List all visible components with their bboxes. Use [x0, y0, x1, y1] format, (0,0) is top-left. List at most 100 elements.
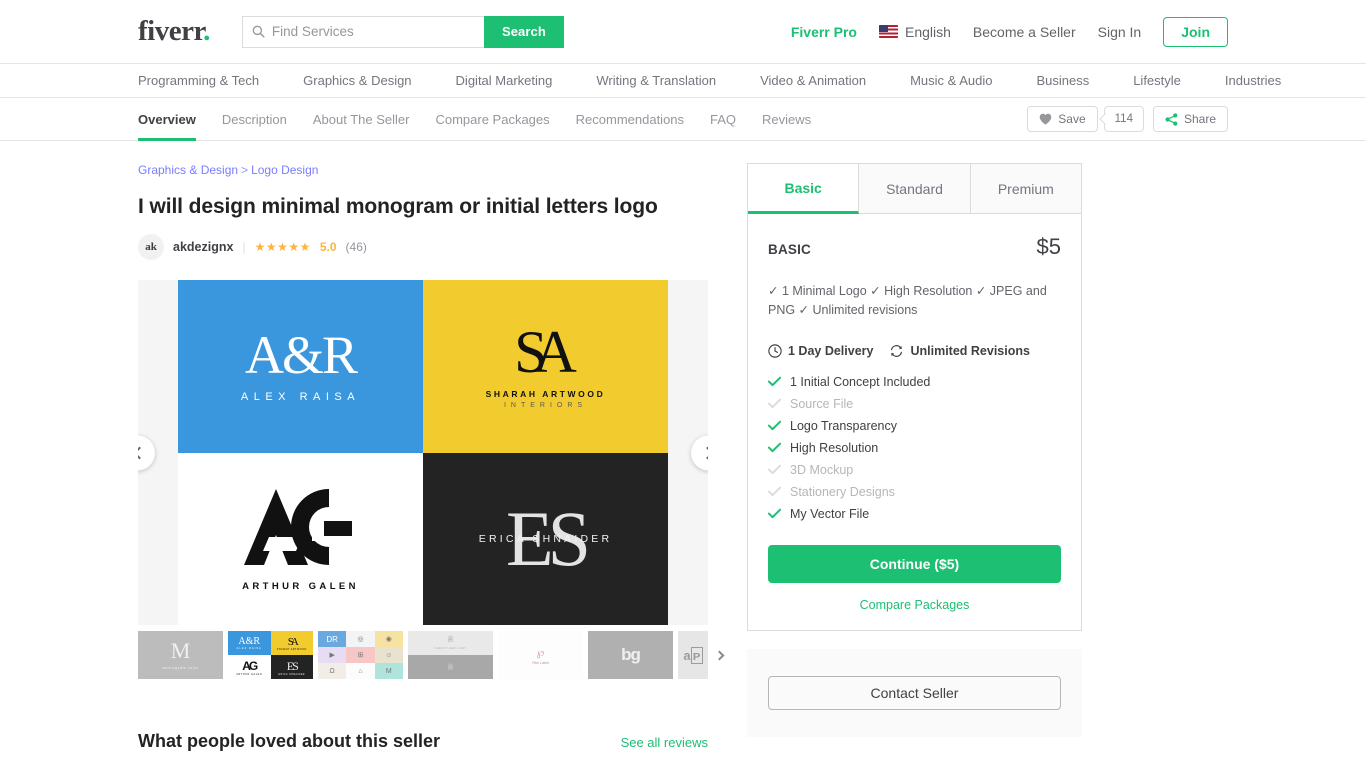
language-selector[interactable]: English [878, 23, 951, 40]
chevron-left-icon [138, 446, 146, 460]
search-button[interactable]: Search [483, 15, 564, 48]
seller-info-row: ak akdezignx | ★★★★★ 5.0 (46) [138, 234, 711, 261]
category-nav-item-5[interactable]: Music & Audio [910, 73, 992, 88]
gallery-quadrant-ag: ARTHUR GALEN [178, 452, 423, 626]
thumbnail-5[interactable]: bg [588, 631, 673, 680]
gig-tab-nav: Overview Description About The Seller Co… [0, 98, 1366, 141]
gig-tabs: Overview Description About The Seller Co… [138, 98, 811, 141]
package-tabs: Basic Standard Premium [748, 164, 1081, 214]
breadcrumb: Graphics & Design > Logo Design [138, 163, 711, 177]
logo-sub-sa: SHARAH ARTWOOD [485, 388, 606, 399]
breadcrumb-child[interactable]: Logo Design [251, 163, 318, 177]
check-icon [768, 508, 781, 519]
tab-overview[interactable]: Overview [138, 98, 196, 141]
gallery-thumbnail-strip: M monogram folio A&R ALEX RAISA SA SHARA… [138, 631, 724, 680]
contact-seller-card: Contact Seller [747, 648, 1082, 737]
header-right-nav: Fiverr Pro English Become a Seller Sign … [791, 16, 1228, 47]
feature-item: Stationery Designs [768, 481, 1061, 503]
category-nav-item-1[interactable]: Graphics & Design [303, 73, 411, 88]
tab-compare-packages[interactable]: Compare Packages [435, 98, 549, 140]
feature-label: Source File [790, 396, 854, 411]
reviews-title: What people loved about this seller [138, 731, 441, 752]
tab-about-the-seller[interactable]: About The Seller [313, 98, 410, 140]
thumbnail-6[interactable]: aᴘ [678, 631, 708, 680]
check-icon [768, 376, 781, 387]
avatar[interactable]: ak [138, 234, 164, 261]
chevron-right-icon [700, 446, 708, 460]
tab-description[interactable]: Description [222, 98, 287, 140]
category-nav-item-8[interactable]: Industries [1225, 73, 1281, 88]
thumbnail-3[interactable]: ♕ CHRIST HER LADY ♕ [408, 631, 493, 680]
page-title: I will design minimal monogram or initia… [138, 195, 658, 218]
become-a-seller-link[interactable]: Become a Seller [973, 24, 1076, 40]
save-label: Save [1058, 112, 1086, 126]
thumbnail-2[interactable]: DR ◎ ◉ ▶ ⊞ ☺ Ω ⌂ M [318, 631, 403, 680]
sign-in-link[interactable]: Sign In [1098, 24, 1142, 40]
category-nav-item-3[interactable]: Writing & Translation [596, 73, 716, 88]
feature-item: My Vector File [768, 503, 1061, 525]
clock-icon [768, 343, 782, 358]
thumbnail-1[interactable]: A&R ALEX RAISA SA SHARAH ARTWOOD AG ARTH… [228, 631, 313, 680]
share-label: Share [1183, 112, 1216, 126]
feature-item: High Resolution [768, 437, 1061, 459]
fiverr-pro-link[interactable]: Fiverr Pro [791, 24, 857, 40]
check-icon [768, 398, 781, 409]
tab-recommendations[interactable]: Recommendations [576, 98, 684, 140]
ag-logo-icon [243, 488, 352, 565]
language-label: English [904, 23, 951, 40]
search-input[interactable] [271, 24, 475, 39]
search-icon [252, 25, 265, 38]
category-nav-item-7[interactable]: Lifestyle [1133, 73, 1181, 88]
fiverr-logo[interactable]: fiverr. [138, 17, 210, 46]
thumbnails-next-button[interactable] [711, 631, 727, 679]
join-button[interactable]: Join [1163, 16, 1228, 47]
search-input-wrapper[interactable] [241, 15, 484, 48]
thumbnail-0-content: M monogram folio [138, 631, 223, 680]
package-tab-basic[interactable]: Basic [748, 164, 860, 214]
share-button[interactable]: Share [1152, 106, 1228, 132]
compare-packages-link[interactable]: Compare Packages [768, 598, 1061, 612]
category-nav-item-2[interactable]: Digital Marketing [456, 73, 553, 88]
contact-seller-button[interactable]: Contact Seller [768, 675, 1061, 710]
check-icon [768, 486, 781, 497]
package-price: $5 [1036, 234, 1061, 259]
feature-item: Source File [768, 393, 1061, 415]
category-nav-item-0[interactable]: Programming & Tech [138, 73, 259, 88]
see-all-reviews-link[interactable]: See all reviews [621, 735, 708, 750]
seller-name[interactable]: akdezignx [173, 240, 233, 254]
package-header: BASIC $5 [768, 234, 1061, 260]
package-tab-premium[interactable]: Premium [970, 164, 1081, 214]
category-nav-item-4[interactable]: Video & Animation [760, 73, 866, 88]
gallery-quadrant-ar: A&R ALEX RAISA [178, 280, 423, 453]
category-nav-item-6[interactable]: Business [1036, 73, 1089, 88]
thumbnail-4-content: ℘ Pink Label [532, 646, 549, 665]
rating-value: 5.0 [319, 240, 337, 255]
feature-label: Logo Transparency [790, 418, 898, 433]
thumbnail-4[interactable]: ℘ Pink Label [498, 631, 583, 680]
gallery-slide[interactable]: A&R ALEX RAISA SA SHARAH ARTWOOD INTERIO… [178, 280, 668, 626]
gallery-prev-button[interactable] [138, 435, 155, 471]
share-icon [1165, 112, 1178, 126]
chevron-right-icon [714, 650, 724, 661]
tab-faq[interactable]: FAQ [710, 98, 736, 140]
revisions-info: Unlimited Revisions [889, 343, 1030, 358]
check-icon [768, 464, 781, 475]
revisions-label: Unlimited Revisions [910, 343, 1030, 358]
gig-main-column: Graphics & Design > Logo Design I will des… [138, 163, 724, 752]
category-nav: Programming & Tech Graphics & Design Dig… [0, 64, 1366, 98]
save-count: 114 [1114, 113, 1133, 125]
logo-sub2-sa: INTERIORS [503, 401, 588, 409]
avatar-text: ak [145, 241, 157, 254]
package-name: BASIC [768, 242, 812, 257]
package-body: BASIC $5 ✓ 1 Minimal Logo ✓ High Resolut… [748, 214, 1081, 630]
package-tab-standard[interactable]: Standard [859, 164, 971, 214]
gallery-next-button[interactable] [691, 435, 708, 471]
tab-reviews[interactable]: Reviews [762, 98, 811, 140]
thumbnail-0[interactable]: M monogram folio [138, 631, 223, 680]
continue-button[interactable]: Continue ($5) [768, 544, 1061, 583]
us-flag-icon [878, 25, 898, 38]
rating-count: (46) [345, 240, 367, 255]
logo-text: fiverr [138, 15, 204, 47]
breadcrumb-parent[interactable]: Graphics & Design [138, 163, 238, 177]
save-button[interactable]: Save [1027, 106, 1098, 132]
